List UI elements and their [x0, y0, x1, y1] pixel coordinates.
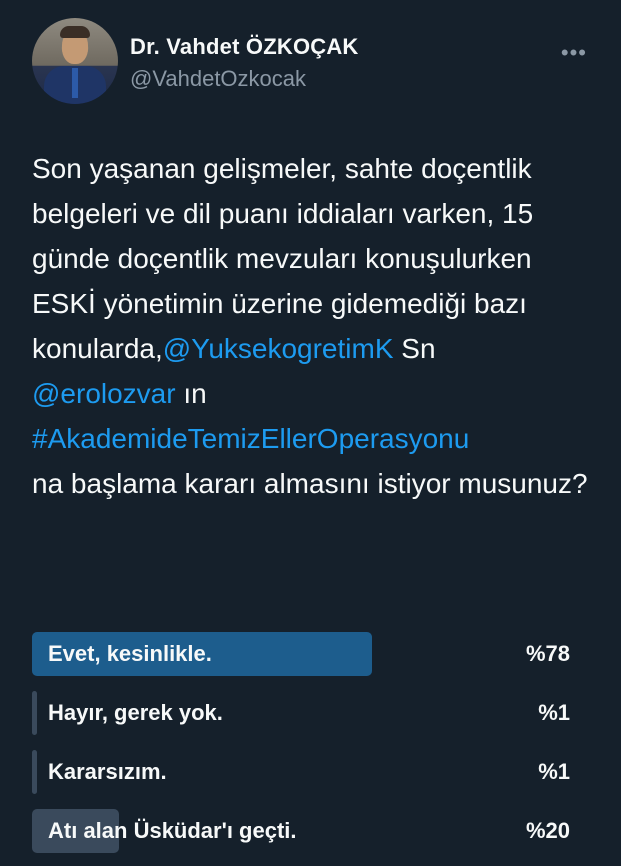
poll-bar — [32, 750, 37, 794]
mention-link[interactable]: @YuksekogretimK — [163, 333, 394, 364]
poll-option-label: Atı alan Üsküdar'ı geçti. — [48, 818, 297, 843]
poll-option[interactable]: Hayır, gerek yok. %1 — [32, 689, 576, 737]
author-name[interactable]: Dr. Vahdet ÖZKOÇAK — [130, 34, 359, 60]
poll-option[interactable]: Kararsızım. %1 — [32, 748, 576, 796]
poll-option[interactable]: Atı alan Üsküdar'ı geçti. %20 — [32, 807, 576, 855]
poll-option-percent: %20 — [525, 818, 570, 843]
poll: Evet, kesinlikle. %78 Hayır, gerek yok. … — [32, 630, 576, 866]
poll-option-label: Hayır, gerek yok. — [48, 700, 223, 725]
hashtag-link[interactable]: #AkademideTemizEllerOperasyonu — [32, 423, 469, 454]
tweet-text-part: Sn — [393, 333, 436, 364]
tweet-header: Dr. Vahdet ÖZKOÇAK @VahdetOzkocak ••• — [32, 18, 597, 110]
poll-option-percent: %1 — [538, 700, 570, 725]
poll-option-percent: %78 — [525, 641, 570, 666]
poll-option-percent: %1 — [538, 759, 570, 784]
poll-option-label: Kararsızım. — [48, 759, 167, 784]
tweet-text: Son yaşanan gelişmeler, sahte doçentlik … — [32, 146, 592, 506]
mention-link[interactable]: @erolozvar — [32, 378, 176, 409]
tweet-text-part: ın — [175, 378, 207, 409]
more-horizontal-icon[interactable]: ••• — [561, 40, 587, 66]
poll-bar — [32, 691, 37, 735]
avatar-hair — [60, 26, 90, 38]
author-handle[interactable]: @VahdetOzkocak — [130, 66, 306, 92]
avatar[interactable] — [32, 18, 118, 104]
poll-option[interactable]: Evet, kesinlikle. %78 — [32, 630, 576, 678]
avatar-tie — [72, 68, 78, 98]
tweet-text-part: na başlama kararı almasını istiyor musun… — [32, 468, 588, 499]
poll-option-label: Evet, kesinlikle. — [48, 641, 212, 666]
